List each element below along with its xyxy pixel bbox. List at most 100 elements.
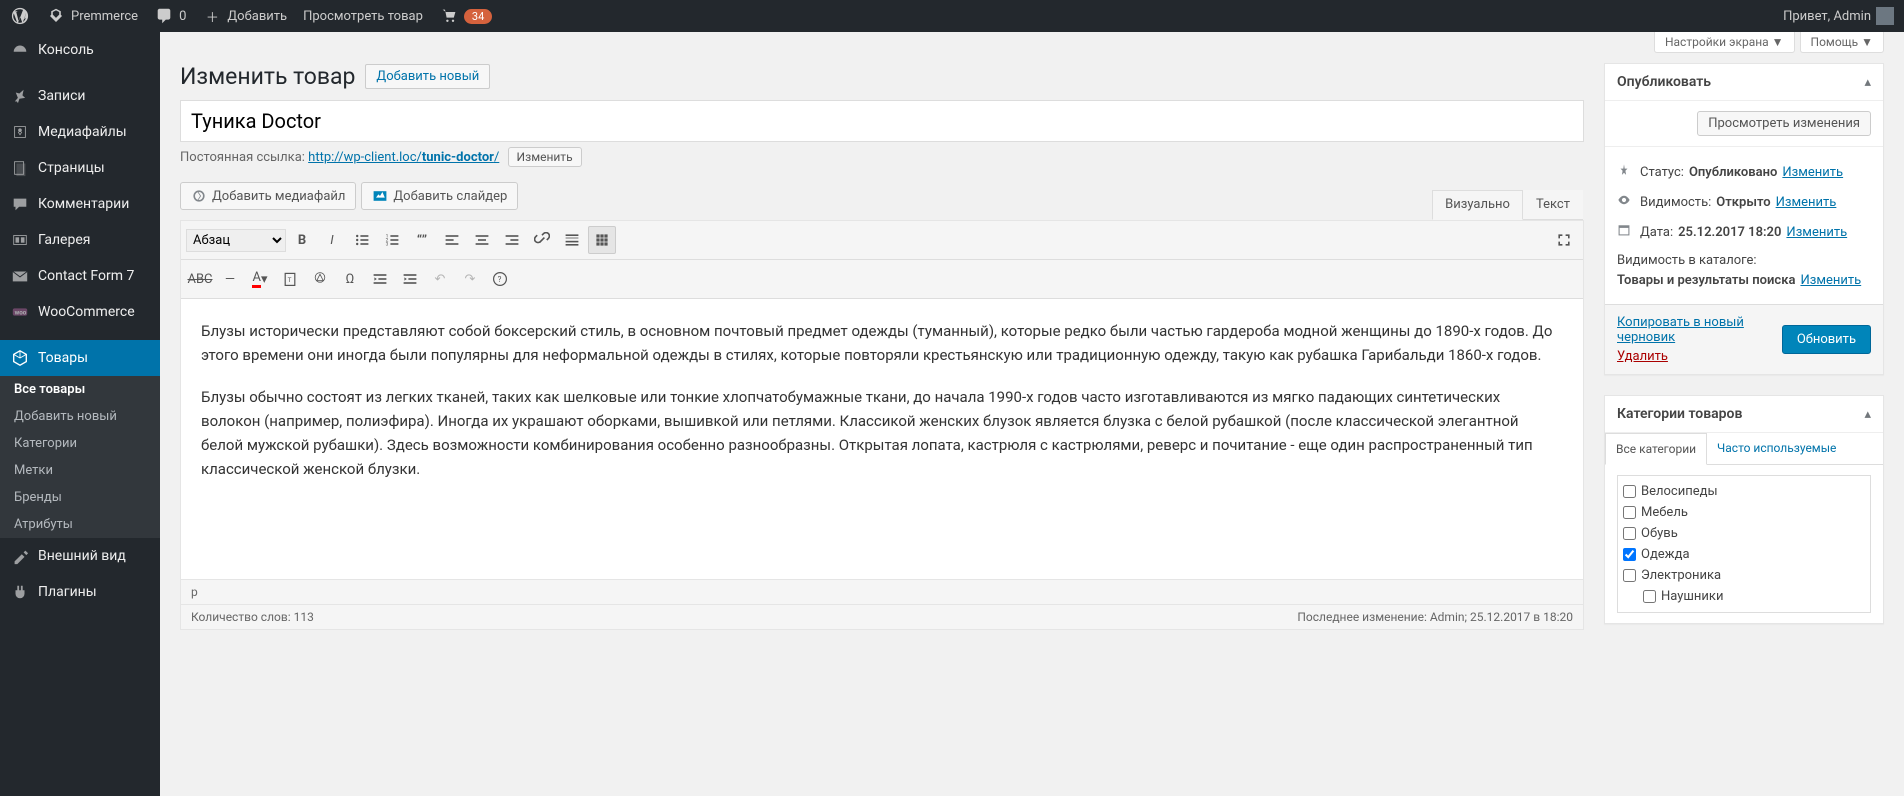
sidebar-item-0[interactable]: Консоль	[0, 32, 160, 68]
sidebar-item-8[interactable]: Товары	[0, 340, 160, 376]
sidebar-label: Комментарии	[38, 196, 129, 212]
permalink-link[interactable]: http://wp-client.loc/tunic-doctor/	[308, 150, 499, 165]
category-checkbox[interactable]	[1623, 527, 1636, 540]
sidebar-label: Консоль	[38, 42, 94, 58]
link-button[interactable]	[528, 226, 556, 254]
category-checkbox[interactable]	[1643, 590, 1656, 603]
screen-options-button[interactable]: Настройки экрана ▼	[1654, 32, 1795, 53]
bold-button[interactable]: B	[288, 226, 316, 254]
italic-button[interactable]: I	[318, 226, 346, 254]
toggle-categories-icon[interactable]: ▴	[1864, 407, 1871, 422]
plugins-icon	[10, 582, 30, 602]
cart-updates-link[interactable]: 34	[439, 6, 492, 26]
greeting-link[interactable]: Привет, Admin	[1783, 7, 1894, 25]
sidebar-sub-item-4[interactable]: Бренды	[0, 484, 160, 511]
categories-box: Категории товаров ▴ Все категории Часто …	[1604, 395, 1884, 624]
redo-button[interactable]: ↷	[456, 265, 484, 293]
cat-tab-all[interactable]: Все категории	[1605, 433, 1707, 465]
sidebar-item-5[interactable]: Галерея	[0, 222, 160, 258]
more-button[interactable]	[558, 226, 586, 254]
hr-button[interactable]: —	[216, 265, 244, 293]
strikethrough-button[interactable]: ABC	[186, 265, 214, 293]
category-item-2[interactable]: Обувь	[1623, 523, 1865, 544]
outdent-button[interactable]	[366, 265, 394, 293]
add-new-link[interactable]: ＋Добавить	[202, 6, 287, 26]
sidebar-item-1[interactable]: Записи	[0, 78, 160, 114]
updates-badge: 34	[464, 9, 492, 24]
category-item-3[interactable]: Одежда	[1623, 544, 1865, 565]
aligncenter-button[interactable]	[468, 226, 496, 254]
textcolor-button[interactable]: A▾	[246, 265, 274, 293]
edit-catalog-link[interactable]: Изменить	[1800, 273, 1861, 288]
sidebar-item-6[interactable]: Contact Form 7	[0, 258, 160, 294]
sidebar-sub-item-3[interactable]: Метки	[0, 457, 160, 484]
editor-content[interactable]: Блузы исторически представляют собой бок…	[181, 299, 1583, 579]
delete-link[interactable]: Удалить	[1617, 349, 1782, 364]
site-name-link[interactable]: Premmerce	[46, 6, 138, 26]
sidebar-item-3[interactable]: Страницы	[0, 150, 160, 186]
wp-logo[interactable]	[10, 6, 30, 26]
sidebar-sub-item-1[interactable]: Добавить новый	[0, 403, 160, 430]
edit-visibility-link[interactable]: Изменить	[1776, 195, 1837, 210]
sidebar-label: Товары	[38, 350, 88, 366]
view-product-link[interactable]: Просмотреть товар	[303, 9, 423, 24]
indent-button[interactable]	[396, 265, 424, 293]
help-button-editor[interactable]: ?	[486, 265, 514, 293]
category-item-4[interactable]: Электроника	[1623, 565, 1865, 586]
numlist-button[interactable]: 123	[378, 226, 406, 254]
publish-title: Опубликовать	[1617, 74, 1711, 90]
undo-button[interactable]: ↶	[426, 265, 454, 293]
category-item-5[interactable]: Наушники	[1623, 586, 1865, 607]
pastetext-button[interactable]: T	[276, 265, 304, 293]
tab-visual[interactable]: Визуально	[1432, 190, 1523, 220]
alignright-button[interactable]	[498, 226, 526, 254]
blockquote-button[interactable]: “”	[408, 226, 436, 254]
sidebar-sub-item-0[interactable]: Все товары	[0, 376, 160, 403]
sidebar-sub-item-2[interactable]: Категории	[0, 430, 160, 457]
edit-permalink-button[interactable]: Изменить	[508, 147, 582, 167]
calendar-icon	[1617, 223, 1635, 241]
fullscreen-button[interactable]	[1550, 226, 1578, 254]
svg-text:T: T	[288, 276, 292, 284]
cat-tab-freq[interactable]: Часто используемые	[1707, 433, 1846, 464]
add-new-button[interactable]: Добавить новый	[365, 64, 490, 89]
removeformat-button[interactable]	[306, 265, 334, 293]
update-button[interactable]: Обновить	[1782, 325, 1871, 354]
kitchensink-button[interactable]	[588, 226, 616, 254]
media-icon	[10, 122, 30, 142]
title-input[interactable]	[180, 100, 1584, 142]
category-item-0[interactable]: Велосипеды	[1623, 481, 1865, 502]
category-list: Велосипеды Мебель Обувь Одежда Электрони…	[1617, 475, 1871, 613]
category-checkbox[interactable]	[1623, 485, 1636, 498]
add-slider-button[interactable]: Добавить слайдер	[361, 182, 518, 210]
element-path: p	[181, 579, 1583, 604]
comments-link[interactable]: 0	[154, 6, 186, 26]
sidebar-item-4[interactable]: Комментарии	[0, 186, 160, 222]
category-checkbox[interactable]	[1623, 548, 1636, 561]
help-button[interactable]: Помощь ▼	[1800, 32, 1884, 53]
bullist-button[interactable]	[348, 226, 376, 254]
add-media-button[interactable]: Добавить медиафайл	[180, 182, 356, 210]
category-item-1[interactable]: Мебель	[1623, 502, 1865, 523]
gallery-icon	[10, 230, 30, 250]
sidebar-item-2[interactable]: Медиафайлы	[0, 114, 160, 150]
sidebar-item-7[interactable]: wooWooCommerce	[0, 294, 160, 330]
toolbar-row-2: ABC — A▾ T Ω ↶ ↷ ?	[181, 260, 1583, 299]
sidebar-item-9[interactable]: Внешний вид	[0, 538, 160, 574]
edit-status-link[interactable]: Изменить	[1782, 165, 1843, 180]
tab-text[interactable]: Текст	[1523, 190, 1583, 219]
toolbar-row-1: Абзац B I 123 “”	[181, 221, 1583, 260]
publish-box: Опубликовать ▴ Просмотреть изменения Ста…	[1604, 63, 1884, 375]
copy-draft-link[interactable]: Копировать в новый черновик	[1617, 315, 1782, 345]
category-checkbox[interactable]	[1623, 569, 1636, 582]
edit-date-link[interactable]: Изменить	[1786, 225, 1847, 240]
sidebar-sub-item-5[interactable]: Атрибуты	[0, 511, 160, 538]
charmap-button[interactable]: Ω	[336, 265, 364, 293]
preview-button[interactable]: Просмотреть изменения	[1697, 111, 1871, 136]
format-select[interactable]: Абзац	[186, 229, 286, 252]
alignleft-button[interactable]	[438, 226, 466, 254]
sidebar-item-10[interactable]: Плагины	[0, 574, 160, 610]
toggle-publish-icon[interactable]: ▴	[1864, 75, 1871, 90]
product-icon	[10, 348, 30, 368]
category-checkbox[interactable]	[1623, 506, 1636, 519]
